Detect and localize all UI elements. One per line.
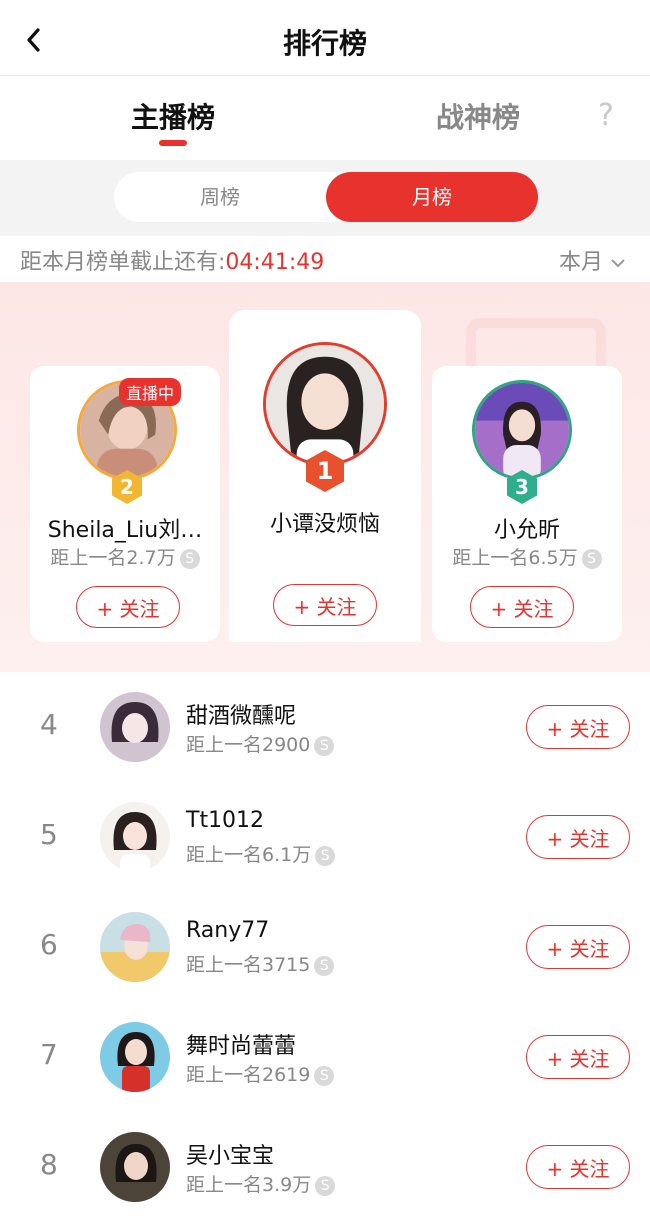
rank-gap: 距上一名2900 S <box>186 730 335 757</box>
countdown-label: 距本月榜单截止还有:04:41:49 <box>20 244 324 276</box>
help-icon[interactable]: ? <box>598 98 614 133</box>
tab-bar: 主播榜 战神榜 ? <box>0 76 650 160</box>
list-item[interactable]: 5 Tt1012 距上一名6.1万 S + 关注 <box>0 782 650 892</box>
list-item[interactable]: 6 Rany77 距上一名3715 S + 关注 <box>0 892 650 1002</box>
user-name: Tt1012 <box>186 808 265 833</box>
tab-warrior-ranking[interactable]: 战神榜 <box>436 96 520 136</box>
follow-button[interactable]: + 关注 <box>470 586 574 628</box>
rank-gap: 距上一名3.9万 S <box>186 1170 336 1197</box>
app-header: 排行榜 <box>0 0 650 76</box>
coin-icon: S <box>314 736 335 756</box>
rank-gap-text: 距上一名2619 <box>186 1064 311 1086</box>
rank-gap-text: 距上一名3715 <box>186 954 311 976</box>
coin-icon: S <box>314 1066 335 1086</box>
tab-active-indicator <box>159 140 187 146</box>
podium-gap: 距上一名2.7万 S <box>30 543 220 570</box>
podium-gap-text: 距上一名2.7万 <box>50 547 176 569</box>
top-three-podium: 直播中 2 Sheila_Liu刘… 距上一名2.7万 S + 关注 1 小谭没烦… <box>0 282 650 672</box>
page-title: 排行榜 <box>282 27 367 60</box>
rank-gap: 距上一名6.1万 S <box>186 840 336 867</box>
chevron-down-icon <box>611 259 625 268</box>
podium-gap: 距上一名6.5万 S <box>432 543 622 570</box>
rank-number: 4 <box>40 708 58 741</box>
coin-icon: S <box>315 846 336 866</box>
rank-gap: 距上一名2619 S <box>186 1060 335 1087</box>
list-item[interactable]: 8 吴小宝宝 距上一名3.9万 S + 关注 <box>0 1112 650 1222</box>
podium-name: Sheila_Liu刘… <box>47 518 203 543</box>
rank-gap: 距上一名3715 S <box>186 950 335 977</box>
rank-gap-text: 距上一名2900 <box>186 734 311 756</box>
rank-gap-text: 距上一名3.9万 <box>186 1174 312 1196</box>
follow-button[interactable]: + 关注 <box>526 705 630 749</box>
coin-icon: S <box>315 1176 336 1196</box>
tab-streamer-ranking[interactable]: 主播榜 <box>131 96 215 136</box>
period-switch-area: 周榜 月榜 <box>0 160 650 236</box>
list-item[interactable]: 7 舞时尚蕾蕾 距上一名2619 S + 关注 <box>0 1002 650 1112</box>
ranking-list: 4 甜酒微醺呢 距上一名2900 S + 关注 5 Tt1012 距上一名6.1万… <box>0 672 650 1222</box>
period-segmented-control: 周榜 月榜 <box>114 172 538 222</box>
avatar[interactable] <box>263 342 387 466</box>
rank-gap-text: 距上一名6.1万 <box>186 844 312 866</box>
follow-button[interactable]: + 关注 <box>526 925 630 969</box>
avatar[interactable] <box>100 802 170 872</box>
period-dropdown-label: 本月 <box>558 250 603 275</box>
rank-number: 8 <box>40 1148 58 1181</box>
countdown-time: 04:41:49 <box>225 250 325 275</box>
avatar[interactable] <box>100 1132 170 1202</box>
podium-card-second[interactable]: 直播中 2 Sheila_Liu刘… 距上一名2.7万 S + 关注 <box>30 366 220 642</box>
rank-number: 6 <box>40 928 58 961</box>
podium-name: 小允昕 <box>493 518 560 543</box>
avatar[interactable] <box>100 912 170 982</box>
avatar[interactable] <box>100 1022 170 1092</box>
list-item[interactable]: 4 甜酒微醺呢 距上一名2900 S + 关注 <box>0 672 650 782</box>
countdown-text: 距本月榜单截止还有: <box>20 250 226 275</box>
follow-button[interactable]: + 关注 <box>76 586 180 628</box>
follow-button[interactable]: + 关注 <box>526 1145 630 1189</box>
avatar[interactable] <box>100 692 170 762</box>
rank-number: 5 <box>40 818 58 851</box>
follow-button[interactable]: + 关注 <box>526 1035 630 1079</box>
podium-card-first[interactable]: 1 小谭没烦恼 + 关注 <box>229 310 421 642</box>
podium-name: 小谭没烦恼 <box>269 512 380 537</box>
weekly-tab[interactable]: 周榜 <box>114 172 326 222</box>
rank-number: 7 <box>40 1038 58 1071</box>
user-name: 吴小宝宝 <box>186 1144 275 1169</box>
avatar[interactable] <box>472 380 572 480</box>
countdown-bar: 距本月榜单截止还有:04:41:49 本月 <box>0 236 650 282</box>
live-badge: 直播中 <box>119 378 182 406</box>
coin-icon: S <box>179 549 200 569</box>
podium-card-third[interactable]: 3 小允昕 距上一名6.5万 S + 关注 <box>432 366 622 642</box>
coin-icon: S <box>581 549 602 569</box>
user-name: Rany77 <box>186 918 270 943</box>
podium-gap-text: 距上一名6.5万 <box>452 547 578 569</box>
user-name: 甜酒微醺呢 <box>186 704 297 729</box>
follow-button[interactable]: + 关注 <box>273 584 377 626</box>
period-dropdown[interactable]: 本月 <box>559 244 626 276</box>
user-name: 舞时尚蕾蕾 <box>186 1034 297 1059</box>
monthly-tab[interactable]: 月榜 <box>326 172 538 222</box>
coin-icon: S <box>314 956 335 976</box>
follow-button[interactable]: + 关注 <box>526 815 630 859</box>
